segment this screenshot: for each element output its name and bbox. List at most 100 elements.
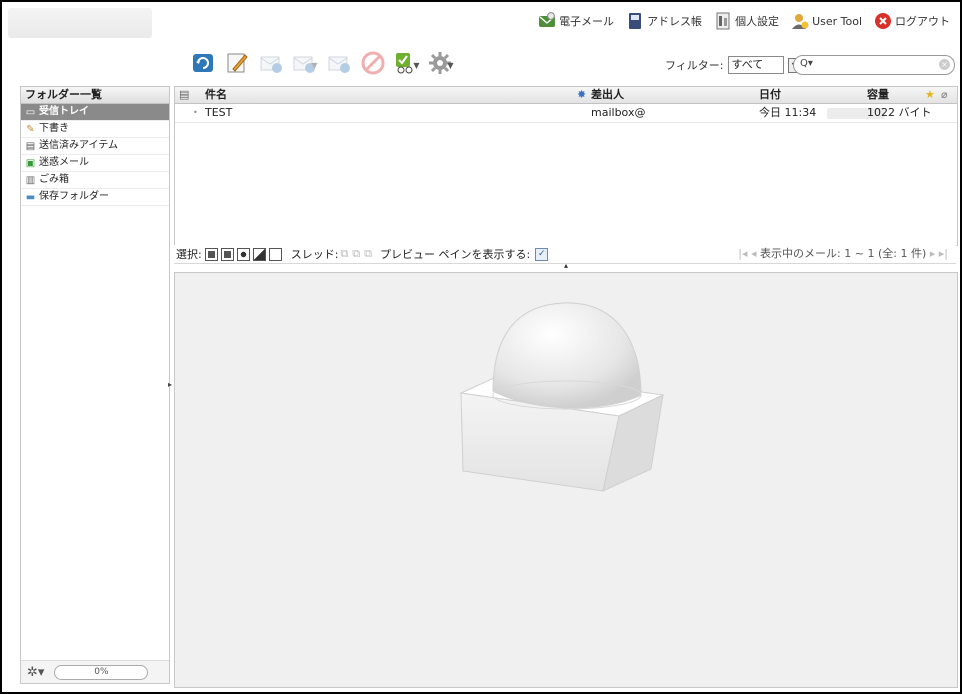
message-date: 今日 11:34 [759,106,817,119]
select-page-icon[interactable] [220,247,234,261]
vertical-splitter-handle[interactable]: ▸ [168,380,172,389]
reply-button[interactable] [258,52,284,78]
folder-label: 迷惑メール [39,157,89,168]
folder-list: ▭ 受信トレイ ✎ 下書き ▤ 送信済みアイテム ▣ 迷惑メール ▥ ごみ箱 ▬… [21,104,169,206]
top-navigation: 電子メール アドレス帳 個人設定 User Tool ログアウト [534,8,954,34]
message-row[interactable]: • TEST mailbox@ 今日 11:34 1022 バイト [175,104,957,123]
column-subject[interactable]: 件名 [205,87,227,103]
attachment-column-icon[interactable]: ⌀ [941,87,948,103]
nav-user-tool[interactable]: User Tool [787,12,866,30]
compose-button[interactable] [224,52,250,78]
nav-logout-label: ログアウト [895,15,950,28]
mark-button[interactable]: ▼ [394,52,420,78]
check-mail-button[interactable] [190,52,216,78]
list-options-icon[interactable]: ▤ [179,87,189,103]
preview-placeholder-logo [459,302,665,492]
delete-button[interactable] [360,51,386,80]
address-book-icon [626,12,644,30]
pager-text: 表示中のメール: 1 ~ 1 (全: 1 件) [760,247,927,260]
thread-label: スレッド: [290,248,339,261]
delete-icon [361,51,385,80]
preview-pane-label: プレビュー ペインを表示する: [380,248,531,261]
folder-options-gear-icon[interactable]: ✲▾ [27,665,44,680]
thread-expand-all-icon[interactable]: ⧉ [352,247,360,261]
folder-panel: フォルダー一覧 ▭ 受信トレイ ✎ 下書き ▤ 送信済みアイテム ▣ 迷惑メール… [20,86,170,684]
folder-archive[interactable]: ▬ 保存フォルダー [21,189,169,206]
select-all-icon[interactable] [204,247,218,261]
folder-trash[interactable]: ▥ ごみ箱 [21,172,169,189]
search-clear-icon[interactable]: × [939,59,950,70]
forward-icon [327,51,351,80]
nav-settings-label: 個人設定 [735,15,780,28]
filter-select[interactable]: すべて [727,56,784,74]
inbox-icon: ▭ [25,106,36,118]
column-size[interactable]: 容量 [867,87,889,103]
nav-address-book[interactable]: アドレス帳 [622,12,706,30]
more-dropdown-icon: ▼ [447,60,454,70]
message-list: ▤ 件名 ✸ 差出人 日付 容量 ★ ⌀ • TEST mailbox@ 今日 … [174,86,958,246]
unread-dot-icon: • [193,108,198,117]
filter-group: フィルター: すべて ▼ [665,56,803,74]
toolbar: ▼ ▼ ▼ [190,50,454,80]
mark-dropdown-icon: ▼ [413,60,420,70]
preview-pane-checkbox[interactable]: ✓ [535,247,549,261]
message-subject: TEST [205,106,233,119]
trash-icon: ▥ [25,174,36,186]
refresh-icon [191,51,215,80]
sort-indicator-icon: ✸ [577,88,587,101]
select-none-icon[interactable] [268,247,282,261]
folder-icon: ▬ [25,191,36,203]
folder-inbox[interactable]: ▭ 受信トレイ [21,104,169,121]
junk-icon: ▣ [25,157,36,169]
horizontal-splitter-handle[interactable]: ▴ [564,261,568,270]
select-label: 選択: [176,248,202,261]
logo [8,8,152,38]
search-icon[interactable]: Q▾ [800,58,813,69]
filter-label: フィルター: [665,59,724,72]
folder-label: 保存フォルダー [39,191,109,202]
quota-indicator: 0% [54,664,149,680]
message-from: mailbox@ [591,106,646,119]
first-page-icon[interactable]: |◂ [738,247,747,260]
folder-junk[interactable]: ▣ 迷惑メール [21,155,169,172]
nav-mail[interactable]: 電子メール [534,12,618,30]
select-unread-icon[interactable] [236,247,250,261]
folder-label: 下書き [39,123,69,134]
pencil-icon [225,51,249,80]
settings-icon [714,12,732,30]
sent-icon: ▤ [25,140,36,152]
pager: |◂ ◂ 表示中のメール: 1 ~ 1 (全: 1 件) ▸ ▸| [738,245,948,263]
thread-expand-icon[interactable]: ⧉ [340,247,348,261]
prev-page-icon[interactable]: ◂ [751,247,757,260]
folder-label: ごみ箱 [39,174,69,185]
thread-collapse-all-icon[interactable]: ⧉ [364,247,372,261]
preview-pane [174,272,958,688]
mail-icon [538,12,556,30]
app-window: 電子メール アドレス帳 個人設定 User Tool ログアウト ▼ ▼ ▼ フ… [0,0,962,694]
search-box[interactable]: Q▾ × [793,55,955,75]
user-icon [791,12,809,30]
select-invert-icon[interactable] [252,247,266,261]
more-button[interactable]: ▼ [428,51,454,78]
folder-sent[interactable]: ▤ 送信済みアイテム [21,138,169,155]
folder-label: 送信済みアイテム [39,140,118,151]
nav-address-book-label: アドレス帳 [647,15,703,28]
forward-button[interactable] [326,52,352,78]
message-size: 1022 バイト [867,106,932,119]
folder-panel-footer: ✲▾ 0% [21,660,169,683]
last-page-icon[interactable]: ▸| [939,247,948,260]
drafts-icon: ✎ [26,123,35,135]
logout-icon [874,12,892,30]
folder-panel-header: フォルダー一覧 [21,87,169,104]
nav-logout[interactable]: ログアウト [870,12,954,30]
column-date[interactable]: 日付 [759,87,781,103]
nav-mail-label: 電子メール [559,15,615,28]
nav-settings[interactable]: 個人設定 [710,12,783,30]
flag-column-star-icon[interactable]: ★ [925,87,935,103]
column-from[interactable]: 差出人 [591,87,624,103]
reply-all-button[interactable]: ▼ [292,52,318,78]
folder-drafts[interactable]: ✎ 下書き [21,121,169,138]
reply-all-dropdown-icon: ▼ [311,60,318,70]
message-list-header: ▤ 件名 ✸ 差出人 日付 容量 ★ ⌀ [175,87,957,104]
next-page-icon[interactable]: ▸ [930,247,936,260]
